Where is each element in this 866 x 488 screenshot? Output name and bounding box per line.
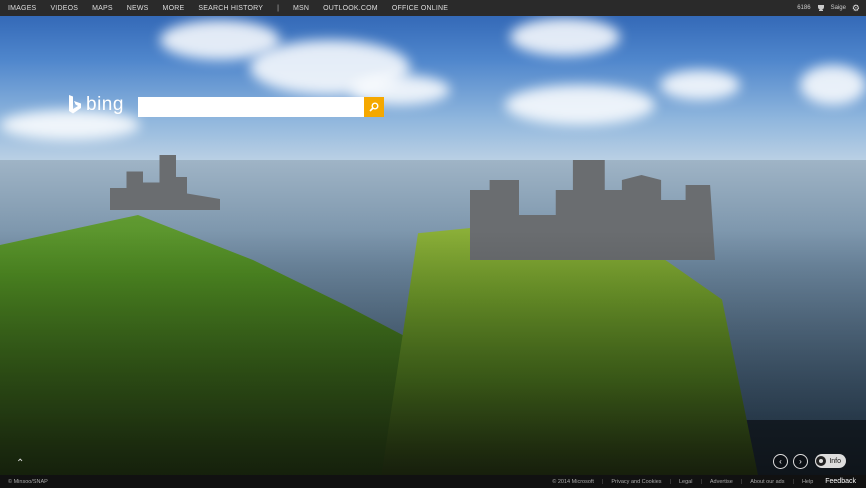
bing-logo-mark-icon <box>69 95 81 114</box>
chevron-left-icon: ‹ <box>779 457 782 466</box>
top-right-controls: 6186 Saige ⚙ <box>797 0 860 16</box>
footer: © Minsoo/SNAP © 2014 Microsoft | Privacy… <box>0 475 866 488</box>
footer-link-advertise[interactable]: Advertise <box>710 479 733 485</box>
footer-link-legal[interactable]: Legal <box>679 479 692 485</box>
bing-logo[interactable]: bing <box>68 94 124 116</box>
cloud <box>505 85 655 125</box>
nav-separator: | <box>277 4 279 12</box>
next-image-button[interactable]: › <box>793 454 808 469</box>
nav-videos[interactable]: VIDEOS <box>50 5 78 12</box>
info-label: Info <box>829 457 841 465</box>
nav-outlook[interactable]: OUTLOOK.COM <box>323 5 378 12</box>
footer-link-about-ads[interactable]: About our ads <box>750 479 784 485</box>
bing-logo-text: bing <box>86 94 124 115</box>
foreground-shadow <box>0 230 866 488</box>
footer-separator: | <box>700 478 702 485</box>
footer-links: © 2014 Microsoft | Privacy and Cookies |… <box>552 478 856 485</box>
feedback-link[interactable]: Feedback <box>825 478 856 485</box>
copyright: © 2014 Microsoft <box>552 478 594 485</box>
nav-maps[interactable]: MAPS <box>92 5 113 12</box>
nav-office-online[interactable]: OFFICE ONLINE <box>392 5 448 12</box>
info-icon <box>816 456 827 466</box>
user-name[interactable]: Saige <box>831 5 846 11</box>
top-navigation-bar: IMAGES VIDEOS MAPS NEWS MORE SEARCH HIST… <box>0 0 866 16</box>
footer-link-help[interactable]: Help <box>802 479 813 485</box>
cloud <box>800 65 866 105</box>
image-credit: © Minsoo/SNAP <box>8 478 48 485</box>
search-input[interactable] <box>138 97 372 117</box>
cloud <box>510 18 620 56</box>
footer-separator: | <box>792 478 794 485</box>
trophy-icon[interactable] <box>817 4 825 12</box>
chevron-up-icon[interactable]: ⌃ <box>16 458 24 469</box>
rewards-count[interactable]: 6186 <box>797 5 810 11</box>
previous-image-button[interactable]: ‹ <box>773 454 788 469</box>
chevron-right-icon: › <box>799 457 802 466</box>
nav-msn[interactable]: MSN <box>293 5 309 12</box>
footer-separator: | <box>740 478 743 485</box>
cloud <box>660 70 740 100</box>
search-button[interactable] <box>364 97 384 117</box>
nav-search-history[interactable]: SEARCH HISTORY <box>198 5 263 12</box>
gear-icon[interactable]: ⚙ <box>852 3 860 14</box>
footer-separator: | <box>669 478 671 485</box>
search-icon <box>369 102 379 112</box>
nav-more[interactable]: MORE <box>163 5 185 12</box>
image-navigation: ‹ › <box>773 454 808 469</box>
nav-links: IMAGES VIDEOS MAPS NEWS MORE SEARCH HIST… <box>0 5 462 12</box>
nav-news[interactable]: NEWS <box>127 5 149 12</box>
background-image <box>0 0 866 488</box>
info-button[interactable]: Info <box>815 454 846 468</box>
nav-images[interactable]: IMAGES <box>8 5 36 12</box>
search-box <box>138 97 384 117</box>
footer-link-privacy[interactable]: Privacy and Cookies <box>611 479 661 485</box>
footer-separator: | <box>601 478 604 485</box>
